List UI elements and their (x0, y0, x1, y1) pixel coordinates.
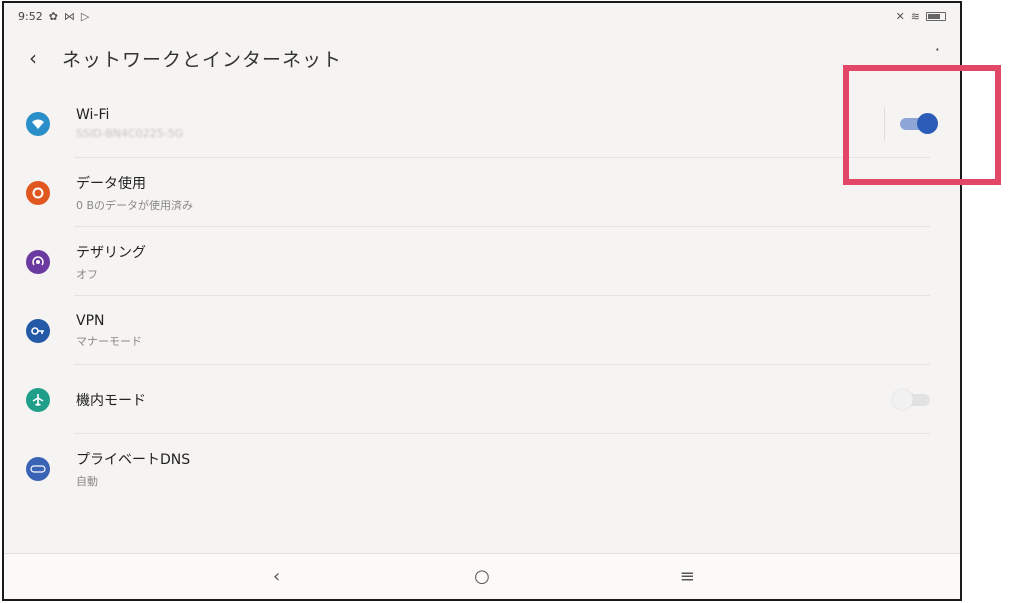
status-bar: 9:52 ✿ ⋈ ▷ ✕ ≋ (4, 3, 960, 29)
mail-icon: ⋈ (63, 9, 75, 23)
row-title: VPN (76, 312, 105, 329)
app-header: ‹ ネットワークとインターネット · (4, 33, 960, 83)
status-time: 9:52 (18, 9, 43, 23)
page-title: ネットワークとインターネット (62, 48, 343, 71)
row-subtitle: 自動 (76, 474, 98, 488)
navigation-bar: ‹ ○ ≡ (4, 553, 960, 599)
row-title: プライベートDNS (76, 451, 191, 468)
row-title: テザリング (76, 244, 146, 261)
settings-row-private-dns[interactable]: プライベートDNS 自動 (4, 434, 960, 503)
toggle-knob (892, 389, 913, 410)
device-screen: 9:52 ✿ ⋈ ▷ ✕ ≋ ‹ ネットワークとインターネット · Wi-Fi … (2, 1, 962, 601)
airplane-icon (26, 387, 50, 412)
row-title: データ使用 (76, 175, 146, 192)
battery-icon (926, 11, 946, 21)
row-title: Wi-Fi (76, 107, 110, 123)
airplane-mode-toggle[interactable] (892, 389, 930, 410)
nav-back-button[interactable]: ‹ (257, 566, 297, 587)
settings-row-vpn[interactable]: VPN マナーモード (4, 296, 960, 365)
nav-recents-button[interactable]: ≡ (667, 566, 707, 587)
row-subtitle: SSID-BN4C0225-5G (76, 127, 184, 140)
wifi-icon: ≋ (910, 9, 920, 23)
row-title: 機内モード (76, 392, 146, 409)
row-subtitle: 0 Bのデータが使用済み (76, 198, 194, 212)
dns-icon (26, 456, 50, 481)
vpn-key-icon (26, 318, 50, 343)
divider (884, 107, 885, 141)
settings-row-data-usage[interactable]: データ使用 0 Bのデータが使用済み (4, 158, 960, 227)
mute-icon: ✕ (895, 9, 905, 23)
toggle-knob (917, 113, 938, 134)
row-subtitle: マナーモード (76, 334, 142, 348)
settings-row-wifi[interactable]: Wi-Fi SSID-BN4C0225-5G (4, 89, 960, 158)
more-options-icon[interactable]: · (935, 42, 940, 58)
play-store-icon: ▷ (80, 9, 90, 23)
settings-list: Wi-Fi SSID-BN4C0225-5G データ使用 0 Bのデータが使用済… (4, 89, 960, 503)
tethering-icon (26, 249, 50, 274)
wifi-toggle[interactable] (900, 113, 938, 134)
settings-row-tethering[interactable]: テザリング オフ (4, 227, 960, 296)
wifi-icon (26, 111, 50, 136)
settings-row-airplane-mode[interactable]: 機内モード (4, 365, 960, 434)
row-subtitle: オフ (76, 267, 98, 281)
data-usage-icon (26, 180, 50, 205)
nav-home-button[interactable]: ○ (462, 566, 502, 587)
gear-icon: ✿ (48, 9, 58, 23)
back-arrow-icon[interactable]: ‹ (22, 46, 44, 70)
